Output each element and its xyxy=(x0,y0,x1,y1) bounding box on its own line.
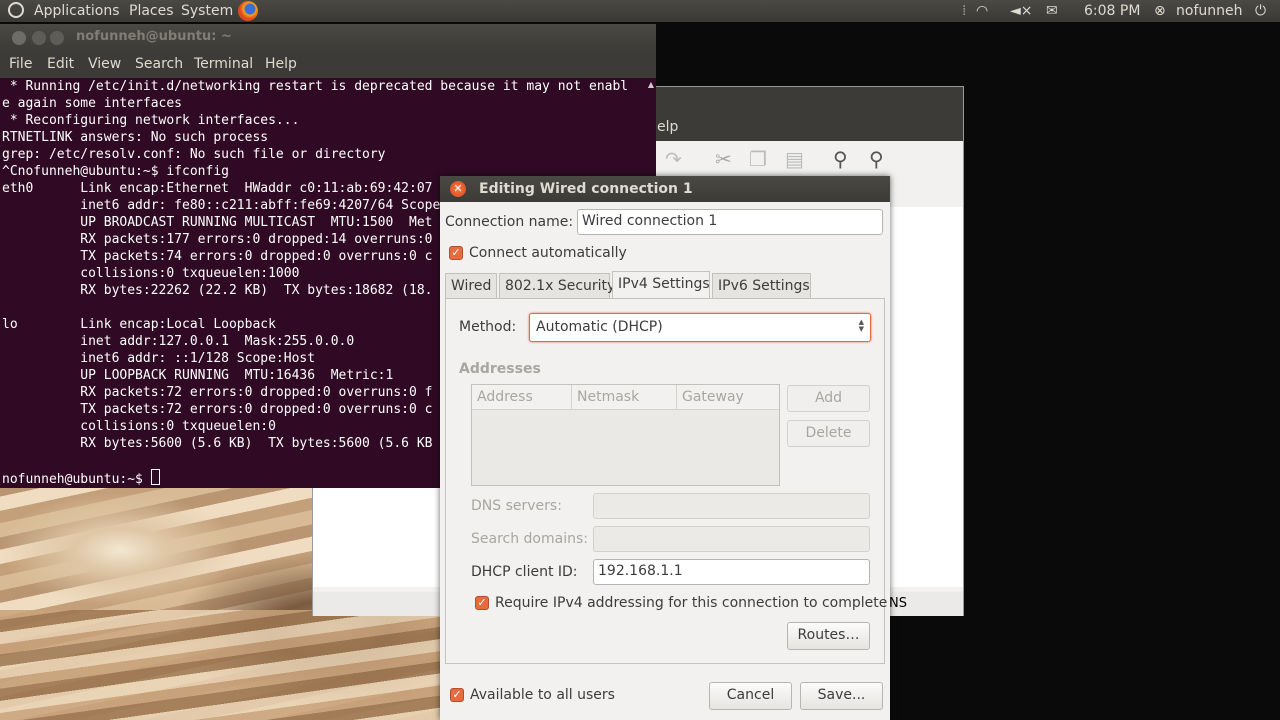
paste-icon[interactable]: ▤ xyxy=(785,147,804,171)
terminal-menu-help[interactable]: Help xyxy=(265,56,297,72)
delete-button[interactable]: Delete xyxy=(787,420,870,447)
edit-connection-dialog: ✕ Editing Wired connection 1 Connection … xyxy=(440,176,890,720)
dialog-titlebar[interactable]: ✕ Editing Wired connection 1 xyxy=(440,176,890,202)
background-menu-help[interactable]: elp xyxy=(657,119,678,135)
mail-icon[interactable]: ✉ xyxy=(1046,3,1058,19)
tab-8021x-security[interactable]: 802.1x Security xyxy=(499,273,615,298)
firefox-launcher-icon[interactable] xyxy=(238,1,258,21)
addresses-table: Address Netmask Gateway xyxy=(471,384,780,486)
close-icon[interactable]: ✕ xyxy=(450,181,466,197)
copy-icon[interactable]: ❐ xyxy=(749,147,767,171)
scroll-up-icon[interactable]: ▲ xyxy=(648,80,654,89)
close-icon[interactable] xyxy=(12,31,26,45)
method-label: Method: xyxy=(459,319,517,335)
maximize-icon[interactable] xyxy=(50,31,64,45)
column-netmask: Netmask xyxy=(572,385,677,410)
find-replace-icon[interactable]: ⚲ xyxy=(869,147,884,171)
connection-name-input[interactable]: Wired connection 1 xyxy=(577,209,883,235)
search-domains-input[interactable] xyxy=(593,526,870,552)
tab-ipv6-settings[interactable]: IPv6 Settings xyxy=(712,273,811,298)
connect-automatically-checkbox[interactable]: ✓ xyxy=(449,246,463,260)
terminal-menu-terminal[interactable]: Terminal xyxy=(194,56,253,72)
available-all-users-label[interactable]: Available to all users xyxy=(470,687,615,703)
find-icon[interactable]: ⚲ xyxy=(833,147,848,171)
dhcp-client-id-input[interactable]: 192.168.1.1 xyxy=(593,559,870,585)
user-name[interactable]: nofunneh xyxy=(1176,2,1242,20)
menu-applications[interactable]: Applications xyxy=(34,2,120,20)
redo-icon[interactable]: ↷ xyxy=(665,147,682,171)
volume-muted-icon[interactable]: ◄× xyxy=(1010,3,1033,19)
background-status-text: NS xyxy=(889,596,907,611)
add-button[interactable]: Add xyxy=(787,385,870,412)
cancel-button[interactable]: Cancel xyxy=(709,682,792,710)
dns-servers-input[interactable] xyxy=(593,493,870,519)
terminal-menubar: File Edit View Search Terminal Help xyxy=(0,52,656,78)
require-ipv4-label[interactable]: Require IPv4 addressing for this connect… xyxy=(495,595,887,611)
desktop-wallpaper-lower xyxy=(0,610,440,720)
terminal-menu-file[interactable]: File xyxy=(9,56,32,72)
clock[interactable]: 6:08 PM xyxy=(1084,2,1140,20)
terminal-cursor xyxy=(150,469,160,485)
tab-wired[interactable]: Wired xyxy=(445,273,497,298)
terminal-menu-view[interactable]: View xyxy=(88,56,121,72)
top-panel: Applications Places System ⁞ ◠ ◄× ✉ 6:08… xyxy=(0,0,1280,22)
connection-name-label: Connection name: xyxy=(445,214,574,230)
terminal-menu-edit[interactable]: Edit xyxy=(47,56,74,72)
terminal-prompt: nofunneh@ubuntu:~$ xyxy=(2,472,151,487)
user-icon[interactable]: ⊗ xyxy=(1154,3,1166,19)
tab-ipv4-settings[interactable]: IPv4 Settings xyxy=(612,271,710,299)
dns-servers-label: DNS servers: xyxy=(471,498,562,514)
method-select-value: Automatic (DHCP) xyxy=(536,319,663,335)
search-domains-label: Search domains: xyxy=(471,531,588,547)
dhcp-client-id-label: DHCP client ID: xyxy=(471,564,578,580)
power-icon[interactable]: ⏻ xyxy=(1255,3,1266,19)
available-all-users-checkbox[interactable]: ✓ xyxy=(450,688,464,702)
ubuntu-logo-icon[interactable] xyxy=(8,2,24,18)
require-ipv4-checkbox[interactable]: ✓ xyxy=(475,596,489,610)
terminal-titlebar[interactable]: nofunneh@ubuntu: ~ xyxy=(0,24,656,52)
routes-button[interactable]: Routes… xyxy=(787,622,870,650)
connect-automatically-label[interactable]: Connect automatically xyxy=(469,245,627,261)
cut-icon[interactable]: ✂ xyxy=(715,147,732,171)
menu-places[interactable]: Places xyxy=(129,2,174,20)
chevron-updown-icon: ▲ ▼ xyxy=(858,318,864,333)
method-select[interactable]: Automatic (DHCP) ▲ ▼ xyxy=(529,313,871,342)
panel-separator: ⁞ xyxy=(962,3,967,19)
column-gateway: Gateway xyxy=(677,385,779,410)
terminal-menu-search[interactable]: Search xyxy=(135,56,183,72)
minimize-icon[interactable] xyxy=(32,31,46,45)
column-address: Address xyxy=(472,385,572,410)
menu-system[interactable]: System xyxy=(181,2,233,20)
addresses-heading: Addresses xyxy=(459,361,541,377)
terminal-title: nofunneh@ubuntu: ~ xyxy=(76,29,232,44)
dialog-title: Editing Wired connection 1 xyxy=(479,181,693,197)
wifi-icon[interactable]: ◠ xyxy=(976,3,988,19)
save-button[interactable]: Save... xyxy=(800,682,883,710)
